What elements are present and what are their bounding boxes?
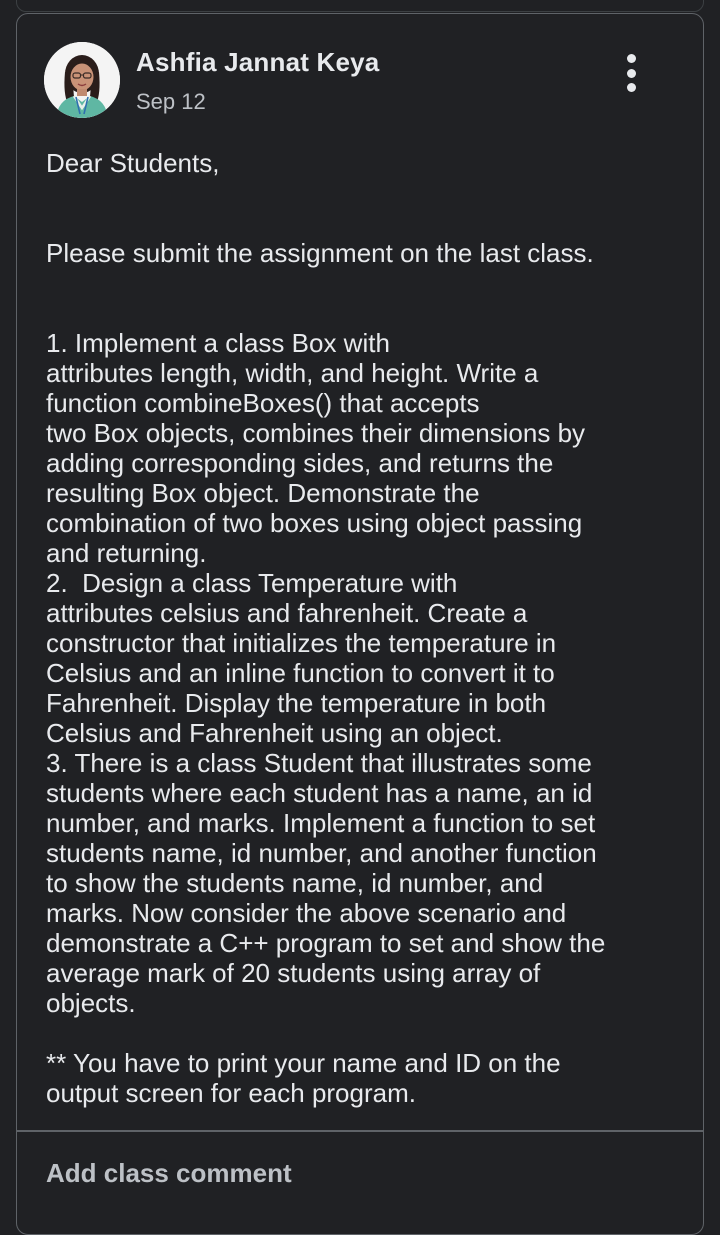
more-dot xyxy=(626,68,636,78)
post-date: Sep 12 xyxy=(136,89,206,114)
post-body: 1. Implement a class Box with attributes… xyxy=(46,328,606,1018)
previous-card-edge xyxy=(16,0,704,12)
more-dot xyxy=(626,83,636,92)
avatar[interactable] xyxy=(44,42,120,118)
post-note: ** You have to print your name and ID on… xyxy=(46,1048,561,1108)
add-class-comment-button[interactable]: Add class comment xyxy=(46,1158,292,1189)
post-greeting: Dear Students, xyxy=(46,148,220,178)
comment-divider xyxy=(17,1130,703,1132)
more-vert-icon[interactable] xyxy=(614,50,648,96)
profile-photo xyxy=(44,42,120,118)
post-instruction: Please submit the assignment on the last… xyxy=(46,238,594,268)
more-dot xyxy=(626,54,636,63)
author-name: Ashfia Jannat Keya xyxy=(136,47,380,77)
